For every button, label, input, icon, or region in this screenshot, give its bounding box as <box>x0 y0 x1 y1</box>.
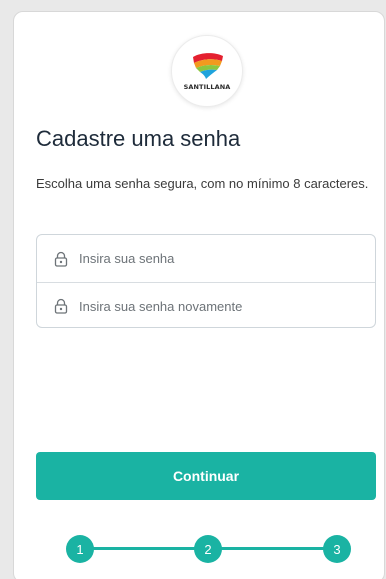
password-fields <box>36 234 376 328</box>
step-2: 2 <box>194 535 222 563</box>
stepper-connector <box>80 547 208 550</box>
step-3: 3 <box>323 535 351 563</box>
stepper-connector <box>208 547 337 550</box>
password-field[interactable] <box>37 235 375 282</box>
progress-stepper: 1 2 3 <box>66 535 351 563</box>
lock-icon <box>54 251 68 267</box>
page-subtitle: Escolha uma senha segura, com no mínimo … <box>36 176 369 191</box>
step-1: 1 <box>66 535 94 563</box>
password-confirm-field[interactable] <box>37 282 375 327</box>
lock-icon <box>54 298 68 314</box>
page-title: Cadastre uma senha <box>36 126 241 151</box>
logo-text: SANTILLANA <box>183 83 231 91</box>
signup-card: SANTILLANA Cadastre uma senha Escolha um… <box>13 11 385 579</box>
santillana-logo-icon <box>193 53 223 79</box>
password-input[interactable] <box>79 251 339 266</box>
santillana-logo: SANTILLANA <box>171 35 243 107</box>
continue-button[interactable]: Continuar <box>36 452 376 500</box>
password-confirm-input[interactable] <box>79 298 339 314</box>
